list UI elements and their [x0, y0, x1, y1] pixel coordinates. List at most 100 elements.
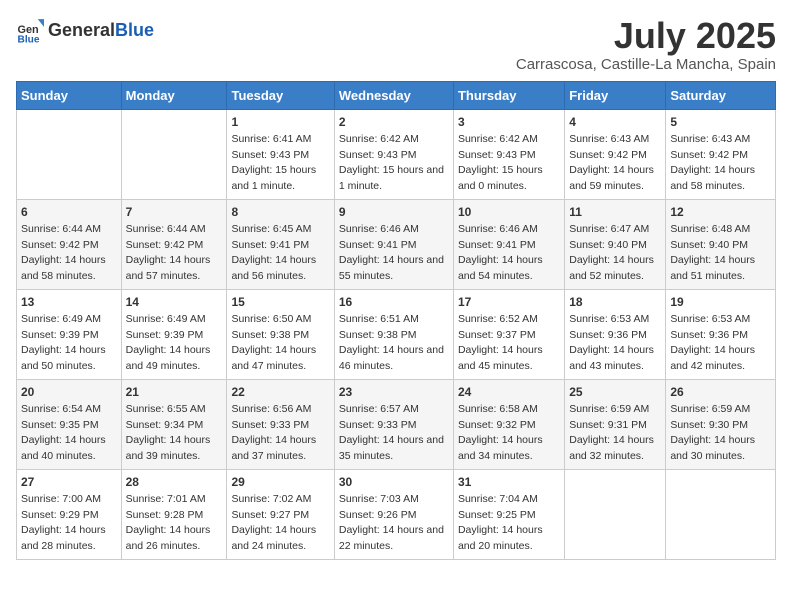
calendar-cell: 4 Sunrise: 6:43 AM Sunset: 9:42 PM Daylig…	[565, 109, 666, 199]
calendar-cell	[565, 469, 666, 559]
svg-text:Blue: Blue	[18, 34, 40, 44]
day-number: 30	[339, 474, 449, 491]
day-info: Sunrise: 6:44 AM Sunset: 9:42 PM Dayligh…	[21, 223, 106, 281]
logo-icon: Gen Blue	[16, 16, 44, 44]
day-number: 27	[21, 474, 117, 491]
day-info: Sunrise: 7:04 AM Sunset: 9:25 PM Dayligh…	[458, 493, 543, 551]
day-info: Sunrise: 6:54 AM Sunset: 9:35 PM Dayligh…	[21, 403, 106, 461]
day-info: Sunrise: 6:49 AM Sunset: 9:39 PM Dayligh…	[21, 313, 106, 371]
calendar-cell: 30Sunrise: 7:03 AM Sunset: 9:26 PM Dayli…	[334, 469, 453, 559]
day-number: 26	[670, 384, 771, 401]
day-number: 16	[339, 294, 449, 311]
day-number: 10	[458, 204, 560, 221]
calendar-cell: 20 Sunrise: 6:54 AM Sunset: 9:35 PM Dayli…	[17, 379, 122, 469]
day-info: Sunrise: 6:51 AM Sunset: 9:38 PM Dayligh…	[339, 313, 444, 371]
calendar-cell: 28 Sunrise: 7:01 AM Sunset: 9:28 PM Dayli…	[121, 469, 227, 559]
logo: Gen Blue GeneralBlue	[16, 16, 154, 44]
week-row-1: 1Sunrise: 6:41 AM Sunset: 9:43 PM Daylig…	[17, 109, 776, 199]
calendar-cell: 29Sunrise: 7:02 AM Sunset: 9:27 PM Dayli…	[227, 469, 334, 559]
week-row-3: 13 Sunrise: 6:49 AM Sunset: 9:39 PM Dayli…	[17, 289, 776, 379]
calendar-cell: 10 Sunrise: 6:46 AM Sunset: 9:41 PM Dayli…	[453, 199, 564, 289]
calendar-cell: 7Sunrise: 6:44 AM Sunset: 9:42 PM Daylig…	[121, 199, 227, 289]
day-number: 18	[569, 294, 661, 311]
day-number: 13	[21, 294, 117, 311]
day-info: Sunrise: 6:53 AM Sunset: 9:36 PM Dayligh…	[670, 313, 755, 371]
calendar-cell: 3 Sunrise: 6:42 AM Sunset: 9:43 PM Daylig…	[453, 109, 564, 199]
calendar-cell: 18Sunrise: 6:53 AM Sunset: 9:36 PM Dayli…	[565, 289, 666, 379]
weekday-header-monday: Monday	[121, 81, 227, 109]
day-number: 2	[339, 114, 449, 131]
calendar-cell: 12 Sunrise: 6:48 AM Sunset: 9:40 PM Dayli…	[666, 199, 776, 289]
calendar-cell: 13 Sunrise: 6:49 AM Sunset: 9:39 PM Dayli…	[17, 289, 122, 379]
day-number: 29	[231, 474, 329, 491]
day-info: Sunrise: 6:47 AM Sunset: 9:40 PM Dayligh…	[569, 223, 654, 281]
day-info: Sunrise: 6:50 AM Sunset: 9:38 PM Dayligh…	[231, 313, 316, 371]
day-info: Sunrise: 6:52 AM Sunset: 9:37 PM Dayligh…	[458, 313, 543, 371]
day-number: 5	[670, 114, 771, 131]
main-title: July 2025	[516, 16, 776, 56]
day-info: Sunrise: 6:44 AM Sunset: 9:42 PM Dayligh…	[126, 223, 211, 281]
weekday-header-saturday: Saturday	[666, 81, 776, 109]
calendar-cell: 22Sunrise: 6:56 AM Sunset: 9:33 PM Dayli…	[227, 379, 334, 469]
day-number: 14	[126, 294, 223, 311]
logo-general: General	[48, 20, 115, 40]
day-info: Sunrise: 6:49 AM Sunset: 9:39 PM Dayligh…	[126, 313, 211, 371]
calendar-cell: 9 Sunrise: 6:46 AM Sunset: 9:41 PM Daylig…	[334, 199, 453, 289]
day-number: 28	[126, 474, 223, 491]
day-number: 22	[231, 384, 329, 401]
week-row-2: 6Sunrise: 6:44 AM Sunset: 9:42 PM Daylig…	[17, 199, 776, 289]
title-block: July 2025 Carrascosa, Castille-La Mancha…	[516, 16, 776, 73]
day-number: 4	[569, 114, 661, 131]
day-number: 17	[458, 294, 560, 311]
calendar-table: SundayMondayTuesdayWednesdayThursdayFrid…	[16, 81, 776, 560]
day-number: 25	[569, 384, 661, 401]
calendar-cell: 23Sunrise: 6:57 AM Sunset: 9:33 PM Dayli…	[334, 379, 453, 469]
calendar-cell: 16 Sunrise: 6:51 AM Sunset: 9:38 PM Dayli…	[334, 289, 453, 379]
day-number: 20	[21, 384, 117, 401]
weekday-header-thursday: Thursday	[453, 81, 564, 109]
calendar-cell: 11 Sunrise: 6:47 AM Sunset: 9:40 PM Dayli…	[565, 199, 666, 289]
logo-blue: Blue	[115, 20, 154, 40]
calendar-cell: 26 Sunrise: 6:59 AM Sunset: 9:30 PM Dayli…	[666, 379, 776, 469]
day-info: Sunrise: 6:46 AM Sunset: 9:41 PM Dayligh…	[339, 223, 444, 281]
day-info: Sunrise: 6:45 AM Sunset: 9:41 PM Dayligh…	[231, 223, 316, 281]
day-info: Sunrise: 6:48 AM Sunset: 9:40 PM Dayligh…	[670, 223, 755, 281]
day-info: Sunrise: 6:46 AM Sunset: 9:41 PM Dayligh…	[458, 223, 543, 281]
day-info: Sunrise: 7:01 AM Sunset: 9:28 PM Dayligh…	[126, 493, 211, 551]
day-info: Sunrise: 6:41 AM Sunset: 9:43 PM Dayligh…	[231, 133, 316, 191]
day-info: Sunrise: 6:43 AM Sunset: 9:42 PM Dayligh…	[569, 133, 654, 191]
day-info: Sunrise: 6:57 AM Sunset: 9:33 PM Dayligh…	[339, 403, 444, 461]
calendar-cell: 14 Sunrise: 6:49 AM Sunset: 9:39 PM Dayli…	[121, 289, 227, 379]
day-number: 24	[458, 384, 560, 401]
day-number: 9	[339, 204, 449, 221]
calendar-cell: 17 Sunrise: 6:52 AM Sunset: 9:37 PM Dayli…	[453, 289, 564, 379]
day-info: Sunrise: 6:59 AM Sunset: 9:31 PM Dayligh…	[569, 403, 654, 461]
day-number: 31	[458, 474, 560, 491]
calendar-cell: 31 Sunrise: 7:04 AM Sunset: 9:25 PM Dayli…	[453, 469, 564, 559]
calendar-cell: 8 Sunrise: 6:45 AM Sunset: 9:41 PM Daylig…	[227, 199, 334, 289]
week-row-4: 20 Sunrise: 6:54 AM Sunset: 9:35 PM Dayli…	[17, 379, 776, 469]
day-info: Sunrise: 6:42 AM Sunset: 9:43 PM Dayligh…	[458, 133, 543, 191]
day-info: Sunrise: 7:00 AM Sunset: 9:29 PM Dayligh…	[21, 493, 106, 551]
day-number: 21	[126, 384, 223, 401]
calendar-cell: 27 Sunrise: 7:00 AM Sunset: 9:29 PM Dayli…	[17, 469, 122, 559]
calendar-cell	[121, 109, 227, 199]
weekday-header-friday: Friday	[565, 81, 666, 109]
page-header: Gen Blue GeneralBlue July 2025 Carrascos…	[16, 16, 776, 73]
calendar-cell: 19Sunrise: 6:53 AM Sunset: 9:36 PM Dayli…	[666, 289, 776, 379]
day-number: 8	[231, 204, 329, 221]
day-info: Sunrise: 6:58 AM Sunset: 9:32 PM Dayligh…	[458, 403, 543, 461]
day-number: 3	[458, 114, 560, 131]
calendar-cell: 1Sunrise: 6:41 AM Sunset: 9:43 PM Daylig…	[227, 109, 334, 199]
day-number: 12	[670, 204, 771, 221]
day-number: 15	[231, 294, 329, 311]
weekday-header-tuesday: Tuesday	[227, 81, 334, 109]
day-number: 11	[569, 204, 661, 221]
day-info: Sunrise: 6:43 AM Sunset: 9:42 PM Dayligh…	[670, 133, 755, 191]
week-row-5: 27 Sunrise: 7:00 AM Sunset: 9:29 PM Dayli…	[17, 469, 776, 559]
calendar-cell	[666, 469, 776, 559]
day-info: Sunrise: 6:59 AM Sunset: 9:30 PM Dayligh…	[670, 403, 755, 461]
calendar-cell: 25 Sunrise: 6:59 AM Sunset: 9:31 PM Dayli…	[565, 379, 666, 469]
subtitle: Carrascosa, Castille-La Mancha, Spain	[516, 56, 776, 73]
weekday-header-row: SundayMondayTuesdayWednesdayThursdayFrid…	[17, 81, 776, 109]
